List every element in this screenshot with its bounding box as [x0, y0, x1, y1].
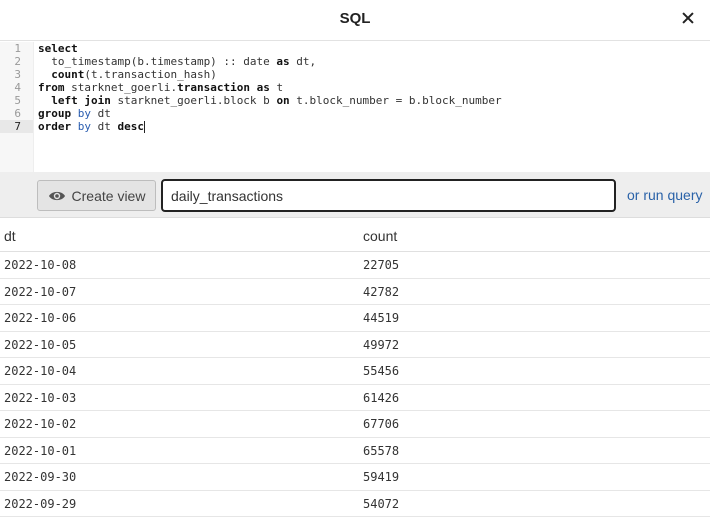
table-row: 2022-09-30 59419	[0, 464, 710, 491]
code-text: dt	[91, 120, 118, 133]
cell-count: 55456	[363, 364, 400, 378]
keyword: from	[38, 81, 65, 94]
cell-dt: 2022-10-06	[4, 311, 77, 325]
cell-dt: 2022-09-30	[4, 470, 77, 484]
column-header-dt: dt	[4, 228, 16, 244]
code-line: left join starknet_goerli.block b on t.b…	[38, 94, 710, 107]
table-row: 2022-10-08 22705	[0, 252, 710, 279]
line-number: 1	[14, 42, 21, 55]
keyword: by	[71, 107, 91, 120]
cell-count: 59419	[363, 470, 400, 484]
cell-count: 67706	[363, 417, 400, 431]
cell-count: 42782	[363, 284, 400, 299]
cell-dt: 2022-10-03	[4, 390, 77, 405]
line-number-active: 7	[0, 120, 33, 133]
cell-dt: 2022-10-08	[4, 258, 77, 272]
code-line: order by dt desc	[38, 120, 710, 133]
text-cursor	[144, 121, 145, 133]
view-name-input[interactable]	[161, 179, 616, 212]
code-line: to_timestamp(b.timestamp) :: date as dt,	[38, 55, 710, 68]
keyword: count	[38, 68, 85, 81]
cell-dt: 2022-10-02	[4, 417, 77, 431]
code-text: t.block_number = b.block_number	[289, 94, 502, 107]
cell-dt: 2022-09-29	[4, 496, 77, 511]
table-row: 2022-10-04 55456	[0, 358, 710, 385]
table-row: 2022-10-01 65578	[0, 438, 710, 464]
dialog-header: SQL	[0, 0, 710, 41]
line-number-gutter: 1 2 3 4 5 6 7	[0, 42, 34, 172]
column-header-count: count	[363, 228, 398, 244]
keyword: order	[38, 120, 72, 133]
keyword: transaction	[177, 81, 250, 94]
code-text: dt	[91, 107, 111, 120]
keyword: as	[276, 55, 290, 68]
cell-count: 49972	[363, 337, 400, 352]
line-number: 3	[14, 68, 21, 81]
line-number: 5	[14, 94, 21, 107]
sql-editor[interactable]: 1 2 3 4 5 6 7 select to_timestamp(b.time…	[0, 42, 710, 172]
dialog-title: SQL	[339, 10, 371, 27]
code-text: t	[269, 81, 284, 94]
code-text: starknet_goerli.block b	[110, 94, 277, 107]
table-row: 2022-10-03 61426	[0, 385, 710, 411]
table-row: 2022-09-29 54072	[0, 491, 710, 517]
table-row: 2022-10-06 44519	[0, 305, 710, 332]
run-query-link[interactable]: or run query	[627, 187, 702, 203]
table-row: 2022-10-02 67706	[0, 411, 710, 438]
table-row: 2022-10-05 49972	[0, 332, 710, 358]
code-text: dt,	[289, 55, 317, 68]
create-view-button[interactable]: Create view	[37, 180, 156, 211]
code-area[interactable]: select to_timestamp(b.timestamp) :: date…	[38, 42, 710, 133]
table-header: dt count	[0, 219, 710, 252]
line-number: 4	[14, 81, 21, 94]
cell-count: 44519	[363, 311, 400, 325]
keyword: group	[38, 107, 72, 120]
cell-dt: 2022-10-07	[4, 284, 77, 299]
code-line: select	[38, 42, 710, 55]
cell-dt: 2022-10-05	[4, 337, 77, 352]
keyword: by	[71, 120, 91, 133]
table-row: 2022-10-07 42782	[0, 279, 710, 305]
cell-count: 22705	[363, 258, 400, 272]
keyword: select	[38, 42, 78, 55]
code-text: (t.transaction_hash)	[84, 68, 217, 81]
code-line: group by dt	[38, 107, 710, 120]
query-toolbar: Create view or run query	[0, 172, 710, 218]
create-view-label: Create view	[71, 187, 146, 204]
keyword: left join	[38, 94, 111, 107]
cell-count: 61426	[363, 390, 400, 405]
code-text: starknet_goerli.	[64, 81, 178, 94]
cell-count: 54072	[363, 496, 400, 511]
code-text: to_timestamp(b.timestamp) :: date	[38, 55, 277, 68]
cell-dt: 2022-10-04	[4, 364, 77, 378]
results-table: dt count 2022-10-08 22705 2022-10-07 42782…	[0, 219, 710, 517]
cell-count: 65578	[363, 443, 400, 458]
code-line: count(t.transaction_hash)	[38, 68, 710, 81]
eye-icon	[48, 190, 66, 202]
keyword: desc	[117, 120, 145, 133]
line-number: 2	[14, 55, 21, 68]
keyword: as	[249, 81, 270, 94]
code-line: from starknet_goerli.transaction as t	[38, 81, 710, 94]
cell-dt: 2022-10-01	[4, 443, 77, 458]
line-number: 6	[14, 107, 21, 120]
close-icon[interactable]	[680, 10, 696, 26]
keyword: on	[276, 94, 290, 107]
